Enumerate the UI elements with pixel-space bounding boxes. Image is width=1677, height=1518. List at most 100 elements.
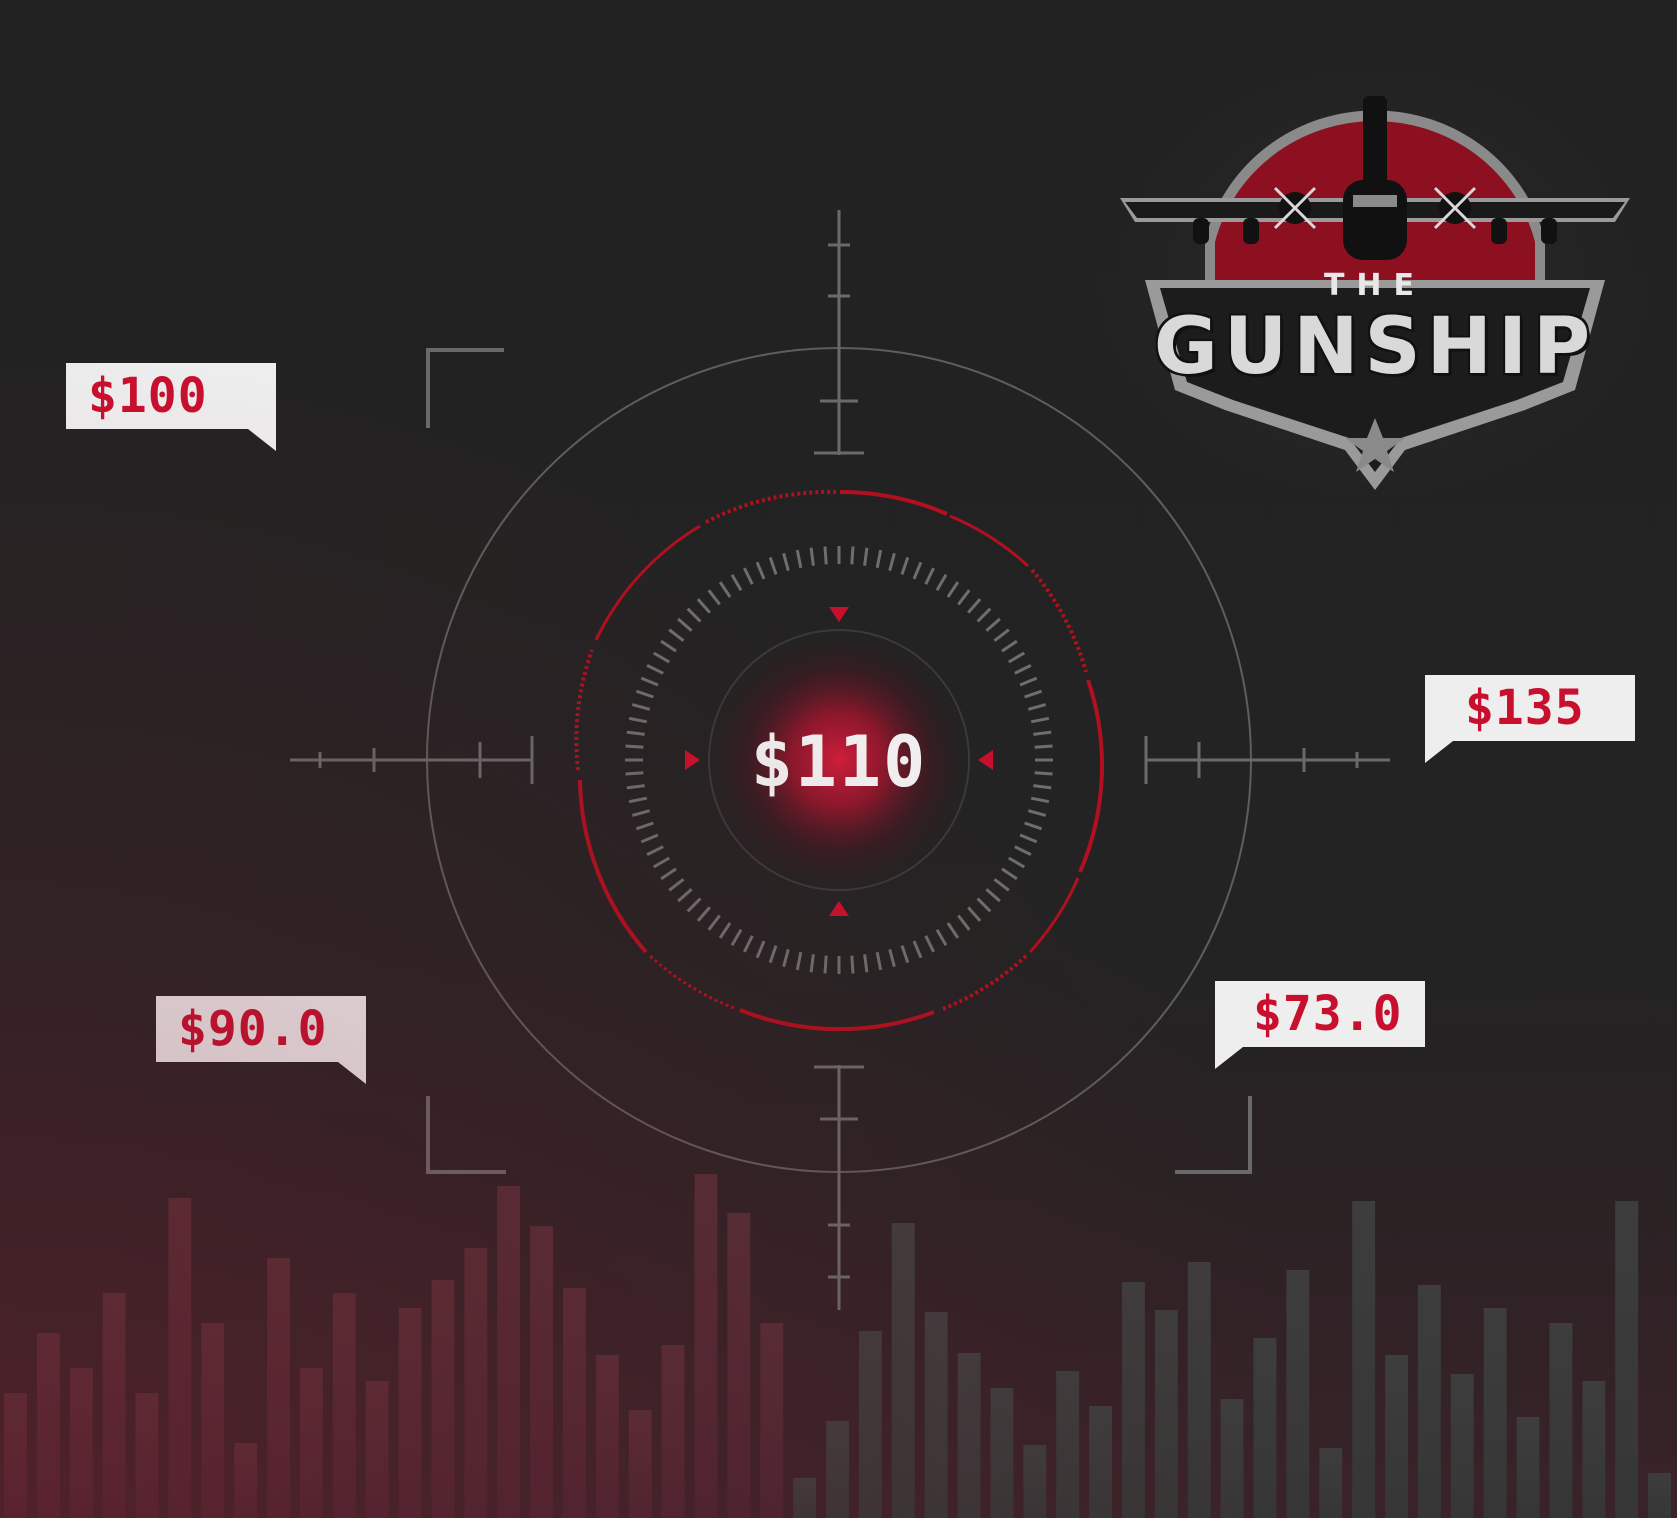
dial-tick — [718, 922, 732, 939]
dial-tick — [652, 651, 671, 664]
dial-tick — [809, 954, 815, 973]
dial-tick — [946, 922, 960, 939]
dial-tick — [677, 617, 693, 632]
dial-tick — [631, 703, 651, 711]
dial-tick — [730, 928, 743, 947]
dial-tick — [888, 948, 896, 968]
dial-tick — [1019, 833, 1038, 844]
dial-tick — [993, 878, 1010, 892]
dial-tick — [743, 567, 754, 585]
dial-tick — [900, 945, 910, 964]
dial-tick — [626, 730, 645, 736]
dial-tick — [668, 878, 685, 892]
dial-tick — [1014, 845, 1032, 856]
dial-tick — [967, 906, 982, 922]
dial-tick — [809, 547, 815, 566]
dial-tick — [686, 897, 702, 913]
dial-tick — [646, 664, 664, 675]
dial-tick — [850, 955, 855, 974]
dial-tick — [957, 589, 971, 606]
dial-tick — [924, 567, 935, 585]
dial-tick — [946, 581, 960, 598]
hero-graphic: $110 $100 $135 $90.0 $73.0 THE GUNSHIP — [0, 0, 1677, 1518]
dial-tick — [957, 914, 971, 931]
dial-tick — [912, 561, 923, 580]
dial-tick — [1001, 639, 1018, 653]
dial-tick — [1019, 676, 1038, 687]
dial-tick — [696, 598, 711, 614]
dial-tick — [1034, 744, 1053, 749]
dial-tick — [875, 549, 883, 569]
gunship-logo: THE GUNSHIP — [1105, 70, 1645, 510]
dial-tick — [707, 589, 721, 606]
dial-tick — [1024, 689, 1043, 699]
dial-tick — [1033, 784, 1052, 790]
dial-tick — [976, 607, 992, 623]
dial-tick — [900, 556, 910, 575]
dial-tick — [640, 676, 659, 687]
dial-tick — [1007, 856, 1026, 869]
dial-tick — [924, 935, 935, 953]
dial-tick — [1027, 703, 1047, 711]
dial-tick — [1001, 867, 1018, 881]
dial-tick — [743, 935, 754, 953]
dial-tick — [707, 914, 721, 931]
price-tag-135: $135 — [1425, 675, 1635, 763]
dial-tick — [1033, 730, 1052, 736]
dial-tick — [660, 867, 677, 881]
dial-tick — [823, 546, 828, 565]
dial-tick — [1030, 796, 1050, 804]
dial-tick — [652, 856, 671, 869]
dial-tick — [993, 628, 1010, 642]
dial-tick — [795, 549, 803, 569]
dial-tick — [718, 581, 732, 598]
dial-tick — [795, 951, 803, 971]
dial-tick — [863, 954, 869, 973]
dial-tick — [985, 888, 1001, 903]
dial-tick — [912, 940, 923, 959]
dial-tick — [1034, 771, 1053, 776]
current-price: $110 — [750, 721, 928, 803]
dial-tick — [686, 607, 702, 623]
dial-tick — [888, 552, 896, 572]
dial-tick — [875, 951, 883, 971]
dial-tick — [782, 552, 790, 572]
dial-tick — [863, 547, 869, 566]
dial-tick — [1007, 651, 1026, 664]
dial-tick — [755, 940, 766, 959]
dial-tick — [967, 598, 982, 614]
logo-the-text: THE — [1323, 268, 1427, 303]
dial-tick — [850, 546, 855, 565]
dial-tick — [823, 955, 828, 974]
logo-wordmark: GUNSHIP — [1153, 302, 1597, 392]
dial-tick — [635, 689, 654, 699]
dial-tick — [755, 561, 766, 580]
dial-tick — [646, 845, 664, 856]
dial-tick — [985, 617, 1001, 632]
dial-tick — [696, 906, 711, 922]
dial-tick — [976, 897, 992, 913]
dial-tick — [1027, 809, 1047, 817]
price-tag-100: $100 — [66, 363, 276, 451]
dial-tick — [1024, 821, 1043, 831]
dial-tick — [1030, 716, 1050, 724]
dial-tick — [768, 556, 778, 575]
dial-tick — [935, 928, 948, 947]
price-tag-90: $90.0 — [156, 996, 366, 1084]
price-tag-73: $73.0 — [1215, 981, 1425, 1069]
dial-tick — [668, 628, 685, 642]
dial-tick — [782, 948, 790, 968]
dial-tick — [677, 888, 693, 903]
dial-tick — [626, 784, 645, 790]
dial-tick — [730, 573, 743, 592]
dial-tick — [640, 833, 659, 844]
dial-tick — [635, 821, 654, 831]
dial-tick — [660, 639, 677, 653]
dial-tick — [631, 809, 651, 817]
dial-tick — [768, 945, 778, 964]
dial-tick — [628, 796, 648, 804]
dial-tick — [628, 716, 648, 724]
dial-tick — [625, 744, 644, 749]
dial-tick — [625, 771, 644, 776]
dial-tick — [935, 573, 948, 592]
